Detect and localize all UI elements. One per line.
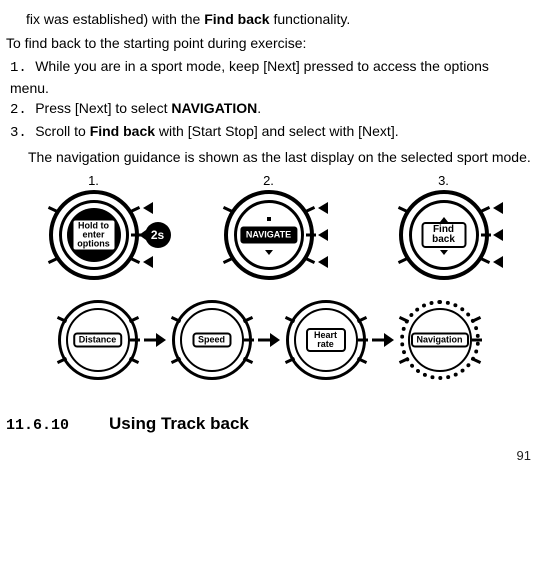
arrow-icon <box>318 202 328 214</box>
top-fragment: fix was established) with the Find back … <box>6 10 531 30</box>
arrow-icon <box>143 202 153 214</box>
arrow-right-icon <box>372 333 394 347</box>
arrow-icon <box>318 256 328 268</box>
navigation-label: Navigation <box>410 333 468 348</box>
section-number: 11.6.10 <box>6 417 69 434</box>
arrow-icon <box>318 229 328 241</box>
arrow-icon <box>493 229 503 241</box>
two-second-badge: 2s <box>145 222 171 248</box>
navigate-label: NAVIGATE <box>240 227 297 244</box>
section-heading: 11.6.10 Using Track back <box>6 414 531 434</box>
after-list-text: The navigation guidance is shown as the … <box>28 148 531 168</box>
fig-num-1: 1. <box>88 173 99 188</box>
figure-area: 1. Hold to enter options 2s 2. <box>6 173 531 380</box>
watch-distance: Distance <box>58 300 138 380</box>
section-title: Using Track back <box>109 414 249 434</box>
watch-heartrate: Heart rate <box>286 300 366 380</box>
arrow-icon <box>143 256 153 268</box>
fig-num-2: 2. <box>263 173 274 188</box>
arrow-right-icon <box>144 333 166 347</box>
page-number: 91 <box>6 448 531 463</box>
watch-navigation: Navigation <box>400 300 480 380</box>
speed-label: Speed <box>192 333 231 348</box>
watch-3: Find back <box>399 190 489 280</box>
watch-speed: Speed <box>172 300 252 380</box>
intro-line: To find back to the starting point durin… <box>6 34 531 54</box>
watch-2: NAVIGATE <box>224 190 314 280</box>
watch-step-3: 3. Find back <box>356 173 531 280</box>
steps-list: 1. While you are in a sport mode, keep [… <box>6 57 531 143</box>
arrow-icon <box>493 202 503 214</box>
fig-num-3: 3. <box>438 173 449 188</box>
arrow-icon <box>493 256 503 268</box>
step-1: 1. While you are in a sport mode, keep [… <box>10 57 531 98</box>
watch-step-2: 2. NAVIGATE <box>181 173 356 280</box>
findback-label: Find back <box>421 222 466 248</box>
figure-row-1: 1. Hold to enter options 2s 2. <box>6 173 531 280</box>
step-2: 2. Press [Next] to select NAVIGATION. <box>10 99 531 121</box>
arrow-right-icon <box>258 333 280 347</box>
distance-label: Distance <box>73 333 123 348</box>
step-3: 3. Scroll to Find back with [Start Stop]… <box>10 122 531 144</box>
hold-label: Hold to enter options <box>71 219 116 252</box>
heartrate-label: Heart rate <box>306 328 346 352</box>
watch-1: Hold to enter options 2s <box>49 190 139 280</box>
figure-row-2: Distance Speed Heart rate Navigation <box>6 300 531 380</box>
watch-step-1: 1. Hold to enter options 2s <box>6 173 181 280</box>
